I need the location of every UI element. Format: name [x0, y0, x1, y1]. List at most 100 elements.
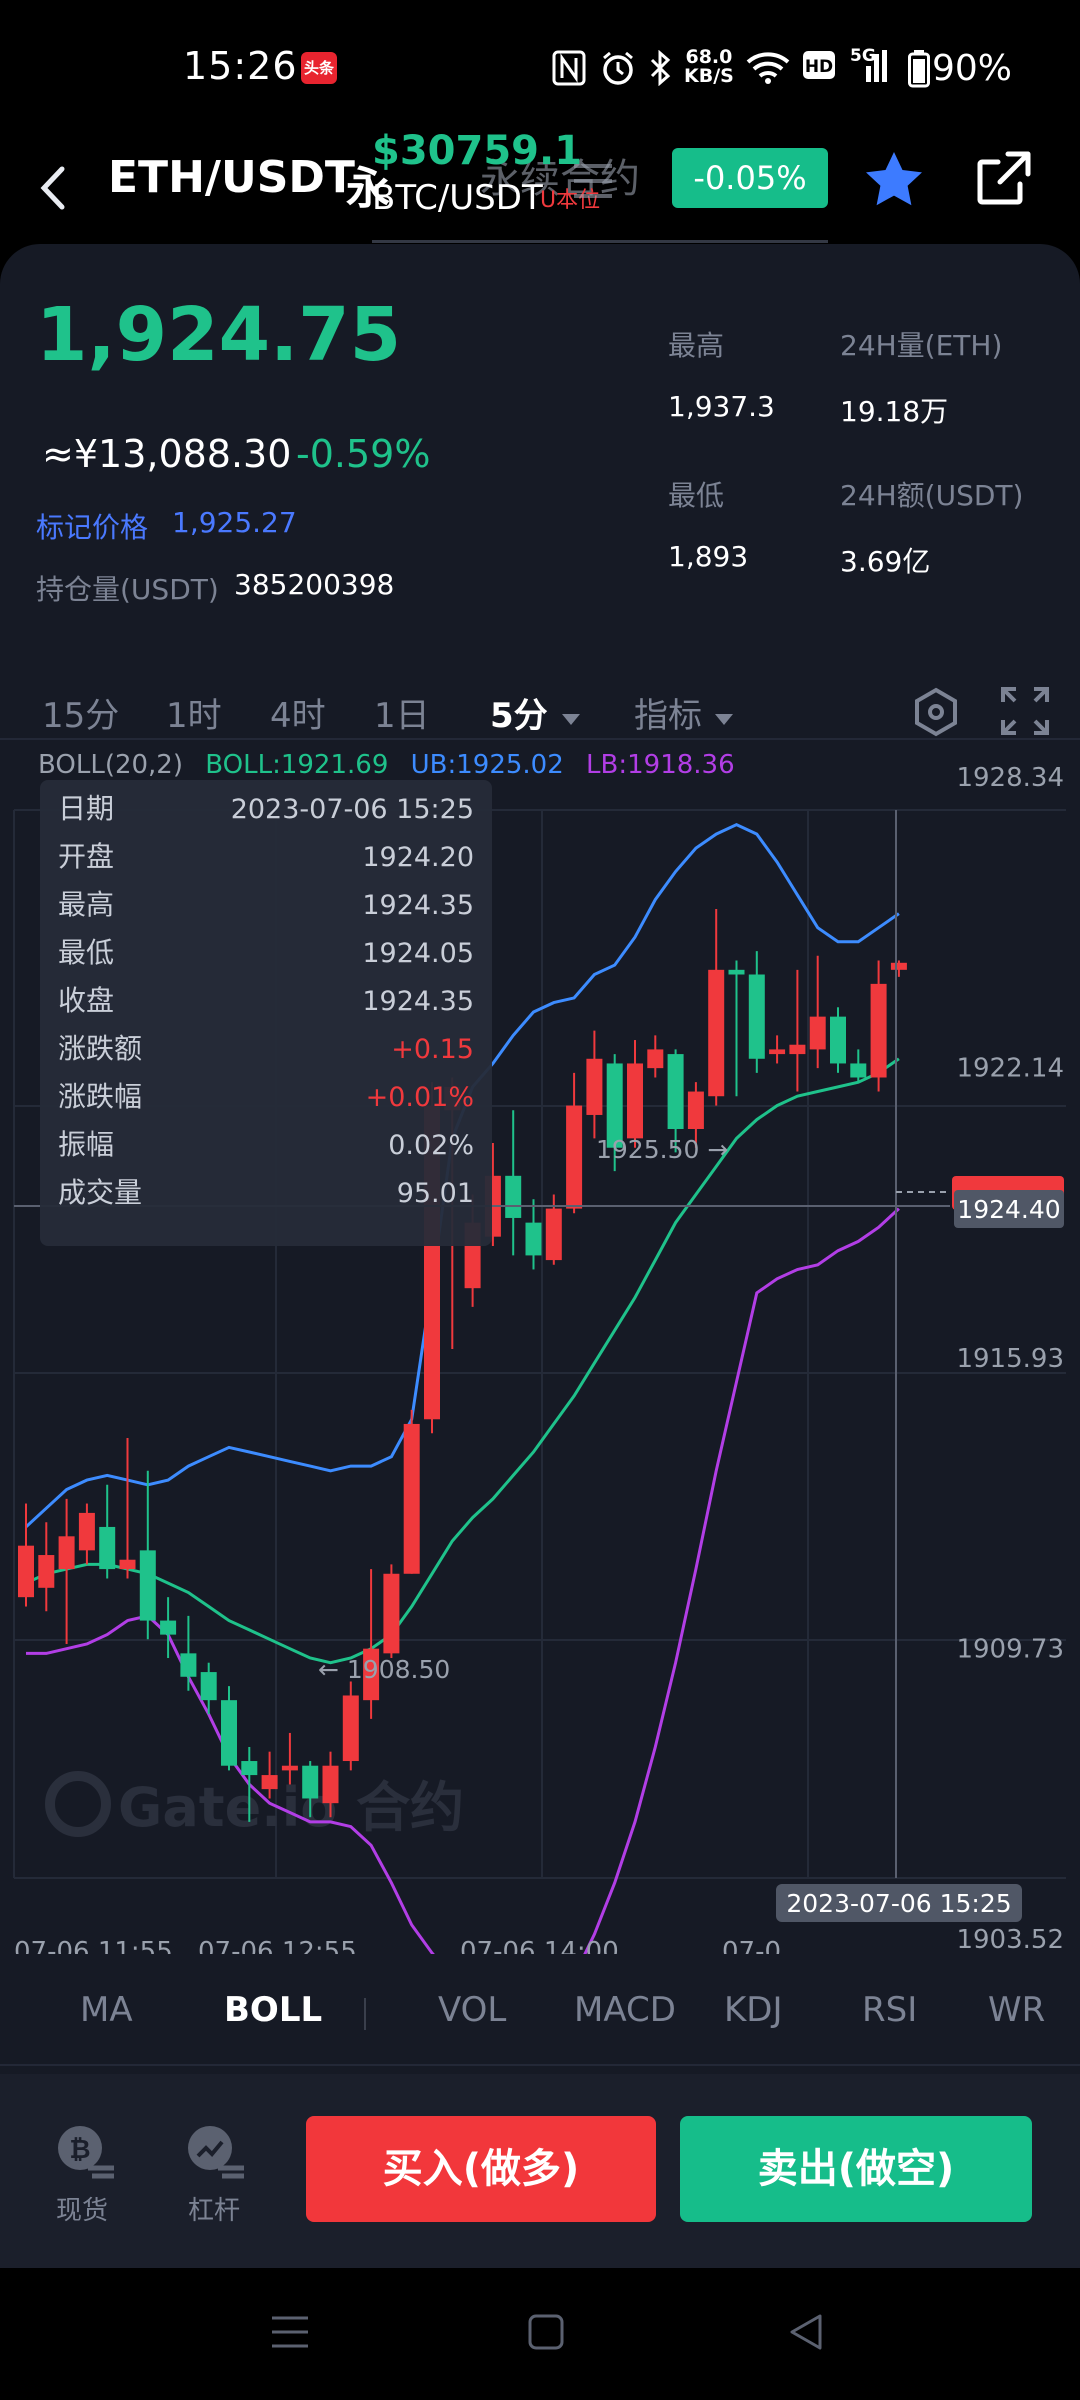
leverage-icon[interactable] — [184, 2122, 248, 2190]
tab-1h[interactable]: 1时 — [166, 688, 222, 737]
tooltip-value: 1924.35 — [362, 986, 474, 1017]
pair-menu-icon[interactable] — [570, 158, 616, 208]
alarm-icon — [600, 50, 636, 94]
indicator-separator — [364, 1998, 366, 2030]
tab-wr[interactable]: WR — [988, 1990, 1045, 2030]
kline-chart[interactable]: Gate.io 合约 1928.34 1922.14 1915.93 1909.73 1… — [0, 764, 1080, 1954]
share-icon[interactable] — [974, 148, 1034, 212]
candle-body — [38, 1555, 55, 1588]
sell-short-button[interactable]: 卖出(做空) — [680, 2116, 1032, 2222]
crosshair-time: 2023-07-06 15:25 — [786, 1889, 1011, 1918]
fullscreen-icon[interactable] — [1000, 686, 1050, 740]
open-interest-label: 持仓量(USDT) — [36, 573, 219, 606]
nfc-icon — [552, 50, 586, 94]
status-bar: 15:26 头条 68.0 KB/S HD 5G 90% — [0, 0, 1080, 138]
bluetooth-icon — [648, 49, 672, 94]
y-tick-label: 1903.52 — [956, 1925, 1064, 1954]
y-tick-label: 1928.34 — [956, 764, 1064, 793]
candle-body — [383, 1573, 400, 1654]
chart-settings-icon[interactable] — [910, 686, 962, 742]
tab-4h[interactable]: 4时 — [270, 688, 326, 737]
candle-body — [261, 1775, 278, 1790]
tooltip-label: 日期 — [58, 792, 114, 825]
svg-text:HD: HD — [805, 57, 833, 77]
mark-price-value: 1,925.27 — [172, 506, 297, 539]
candle-body — [58, 1536, 75, 1570]
menu-nav-icon[interactable] — [270, 2312, 310, 2356]
back-nav-icon[interactable] — [786, 2312, 826, 2356]
tooltip-label: 振幅 — [58, 1128, 114, 1161]
candle-body — [748, 974, 765, 1059]
tab-macd[interactable]: MACD — [574, 1990, 676, 2030]
candle-body — [525, 1222, 542, 1256]
volume-value: 19.18万 — [840, 395, 949, 428]
candle-body — [809, 1016, 826, 1050]
net-speed-unit: KB/S — [684, 65, 734, 87]
tooltip-value: 0.02% — [388, 1130, 474, 1161]
candle-body — [18, 1545, 34, 1598]
indicator-menu[interactable]: 指标 — [634, 688, 735, 737]
overlay-price: $30759.1 — [372, 128, 583, 174]
tab-rsi[interactable]: RSI — [862, 1990, 917, 2030]
timeframe-divider — [0, 738, 1080, 740]
tab-ma[interactable]: MA — [80, 1990, 133, 2030]
overlay-underline — [372, 240, 828, 243]
x-tick-label: 07-0 — [722, 1937, 781, 1954]
timeframe-bar: 15分 1时 4时 1日 5分 指标 — [0, 664, 1080, 754]
favorite-star-icon[interactable] — [862, 148, 926, 216]
leverage-label[interactable]: 杠杆 — [188, 2190, 240, 2227]
mark-price-label[interactable]: 标记价格 — [36, 506, 148, 546]
tooltip-value: 2023-07-06 15:25 — [231, 794, 474, 825]
pair-title[interactable]: ETH/USDT — [108, 152, 355, 203]
turnover-label: 24H额(USDT) — [840, 479, 1024, 512]
candle-body — [180, 1653, 197, 1677]
tooltip-value: 1924.20 — [362, 842, 474, 873]
high-label: 最高 — [668, 329, 725, 362]
tab-1d[interactable]: 1日 — [374, 688, 430, 737]
candle-body — [627, 1063, 643, 1139]
tooltip-label: 成交量 — [58, 1176, 142, 1209]
candle-body — [505, 1175, 522, 1218]
cny-change: -0.59% — [296, 432, 431, 476]
indicator-menu-label: 指标 — [634, 696, 702, 736]
y-tick-label: 1922.14 — [956, 1053, 1064, 1083]
spot-label[interactable]: 现货 — [56, 2190, 108, 2227]
back-button[interactable] — [24, 151, 84, 225]
candle-body — [708, 969, 725, 1097]
tooltip-label: 涨跌额 — [58, 1032, 142, 1065]
open-interest-value: 385200398 — [234, 568, 395, 601]
tab-kdj[interactable]: KDJ — [724, 1990, 783, 2030]
candle-body — [789, 1044, 806, 1055]
toutiao-badge-icon: 头条 — [301, 52, 337, 84]
buy-long-button[interactable]: 买入(做多) — [306, 2116, 656, 2222]
candle-body — [119, 1559, 136, 1570]
y-tick-label: 1909.73 — [956, 1634, 1064, 1664]
tooltip-value: 1924.35 — [362, 890, 474, 921]
spot-icon[interactable]: ₿ — [54, 2122, 118, 2190]
tab-boll-selected[interactable]: BOLL — [224, 1990, 322, 2030]
wifi-icon — [746, 50, 790, 92]
watermark-text: Gate.io 合约 — [118, 1776, 464, 1839]
candle-body — [566, 1105, 583, 1209]
overlay-pair[interactable]: BTC/USDT — [372, 178, 543, 218]
candle-body — [139, 1550, 156, 1621]
tab-5m-label: 5分 — [490, 696, 548, 736]
candle-body — [769, 1049, 786, 1055]
home-nav-icon[interactable] — [526, 2312, 566, 2356]
candle-body — [545, 1208, 562, 1261]
candle-body — [221, 1700, 237, 1766]
tab-vol[interactable]: VOL — [438, 1990, 506, 2030]
change-badge: -0.05% — [672, 148, 828, 208]
tab-5m-selected[interactable]: 5分 — [490, 688, 582, 737]
boll-lower-line — [26, 1207, 900, 1954]
candle-body — [647, 1049, 664, 1069]
battery-percent: 90% — [932, 48, 1013, 89]
tab-15m[interactable]: 15分 — [42, 688, 119, 737]
caret-down-icon — [561, 714, 580, 725]
candle-body — [200, 1672, 217, 1701]
action-bar: ₿ 现货 杠杆 买入(做多) 卖出(做空) — [0, 2074, 1080, 2268]
tooltip-value: +0.01% — [366, 1082, 474, 1113]
candle-body — [322, 1765, 339, 1804]
signal-icon — [858, 50, 890, 92]
y-tick-label: 1915.93 — [956, 1344, 1064, 1374]
